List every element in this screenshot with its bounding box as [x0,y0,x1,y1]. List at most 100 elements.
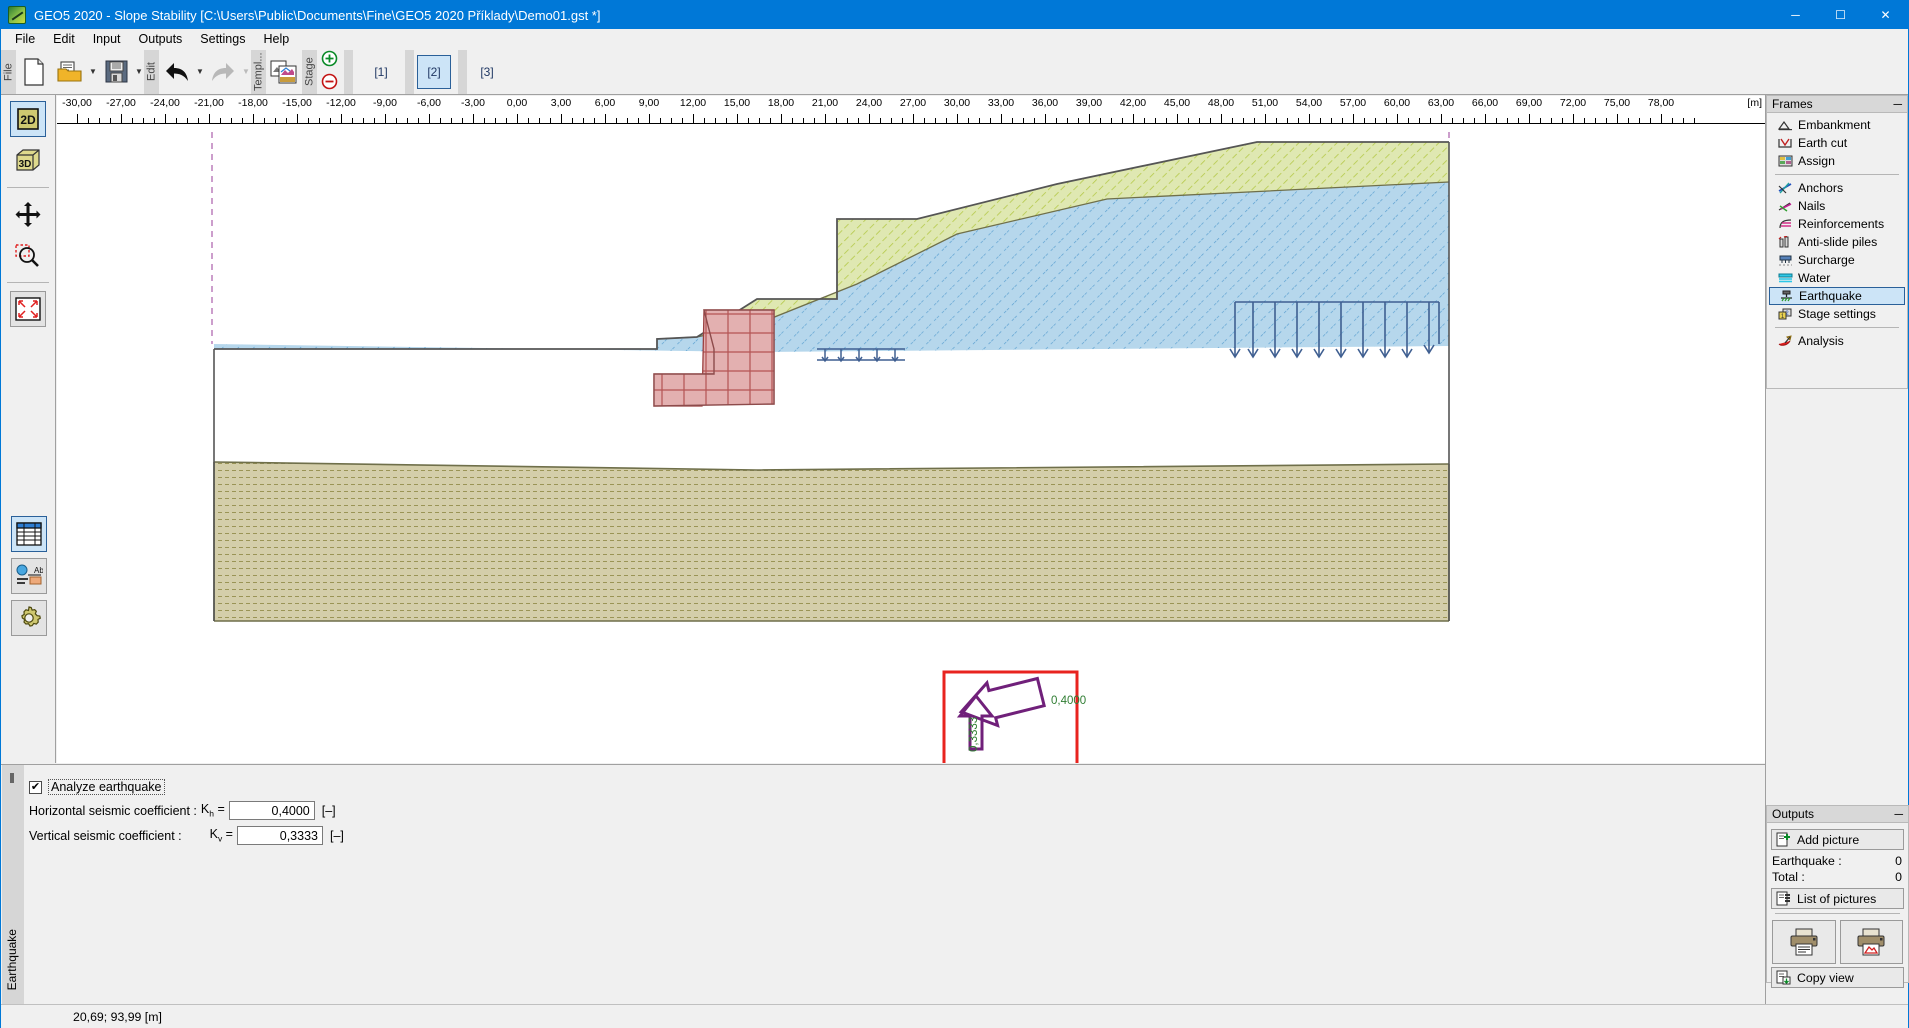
frames-panel-minimize-button[interactable]: ─ [1893,98,1902,110]
ruler-minor-tick [1199,118,1200,123]
save-file-button[interactable] [99,52,133,92]
stage-tab-3[interactable]: [3] [470,54,504,89]
ruler-minor-tick [1111,118,1112,123]
print-document-button[interactable] [1772,920,1836,964]
sidebar-item-earthquake[interactable]: Earthquake [1769,287,1905,305]
sidebar-label: Surcharge [1798,253,1855,267]
close-button[interactable]: ✕ [1863,1,1908,29]
menu-input[interactable]: Input [84,30,130,48]
save-file-dropdown-icon[interactable]: ▼ [134,52,144,92]
panel-grip[interactable] [10,773,14,783]
ruler-minor-tick [1386,118,1387,123]
print-document-icon [1790,928,1818,956]
analyze-earthquake-checkbox[interactable]: ✔ [29,780,42,794]
sidebar-item-water[interactable]: Water [1769,269,1905,287]
menu-edit[interactable]: Edit [44,30,84,48]
open-file-button[interactable] [53,52,87,92]
print-picture-button[interactable] [1839,920,1903,964]
undo-button[interactable] [160,52,194,92]
table-view-button[interactable] [10,516,47,552]
sidebar-item-assign[interactable]: Assign [1769,152,1905,170]
maximize-button[interactable]: ☐ [1818,1,1863,29]
sidebar-item-earth-cut[interactable]: Earth cut [1769,134,1905,152]
application-window: GEO5 2020 - Slope Stability [C:\Users\Pu… [0,0,1909,1028]
ruler-minor-tick [1595,118,1596,123]
ruler-minor-tick [1606,118,1607,123]
svg-text:3D: 3D [19,159,32,170]
ruler-minor-tick [803,118,804,123]
stage-tab-bar: [1] [2] [3] [364,49,508,95]
analyze-earthquake-label: Analyze earthquake [48,779,165,795]
tab-earthquake[interactable]: Earthquake [5,929,19,990]
ruler-minor-tick [1694,118,1695,123]
options-button[interactable] [10,600,47,636]
list-of-pictures-button[interactable]: List of pictures [1771,888,1904,909]
zoom-window-button[interactable] [10,238,46,274]
menu-outputs[interactable]: Outputs [130,30,192,48]
horizontal-coefficient-input[interactable] [228,801,315,820]
ruler-minor-tick [1562,118,1563,123]
add-picture-button[interactable]: Add picture [1771,829,1904,850]
redo-button[interactable] [206,52,240,92]
sidebar-item-analysis[interactable]: Analysis [1769,332,1905,350]
sidebar-item-stage-settings[interactable]: 21 Stage settings [1769,305,1905,323]
vertical-coefficient-input[interactable] [236,826,323,845]
ruler-minor-tick [1342,118,1343,123]
sidebar-item-anchors[interactable]: Anchors [1769,179,1905,197]
menu-settings[interactable]: Settings [191,30,254,48]
copy-view-button[interactable]: Copy view [1771,967,1904,988]
toolbar-group-file-label: File [1,49,16,94]
sidebar-label: Earth cut [1798,136,1848,150]
ruler-label: 66,00 [1471,97,1499,109]
frames-separator-2 [1775,327,1899,328]
outputs-panel-minimize-button[interactable]: ─ [1894,808,1903,820]
new-file-button[interactable] [17,52,51,92]
view-2d-button[interactable]: 2D [10,101,46,137]
minimize-button[interactable]: ─ [1773,1,1818,29]
menu-file[interactable]: File [6,30,44,48]
pan-tool-button[interactable] [10,196,46,232]
ruler-minor-tick [1298,118,1299,123]
menu-help[interactable]: Help [254,30,298,48]
ruler-minor-tick [968,118,969,123]
ruler-minor-tick [1276,118,1277,123]
undo-dropdown-icon[interactable]: ▼ [195,52,205,92]
copy-view-label: Copy view [1797,970,1854,985]
ruler-major-tick [429,114,430,123]
sidebar-item-surcharge[interactable]: Surcharge [1769,251,1905,269]
ruler-minor-tick [275,118,276,123]
sidebar-item-reinforcements[interactable]: Reinforcements [1769,215,1905,233]
ruler-minor-tick [1320,118,1321,123]
ruler-minor-tick [638,118,639,123]
view-3d-button[interactable]: 3D [10,143,46,179]
add-stage-button[interactable] [321,50,338,70]
drawing-settings-button[interactable]: Abc [10,558,47,594]
ruler-label: -18,00 [238,97,268,109]
ruler-minor-tick [1331,118,1332,123]
window-title: GEO5 2020 - Slope Stability [C:\Users\Pu… [34,7,601,23]
open-file-dropdown-icon[interactable]: ▼ [88,52,98,92]
copy-view-icon [1776,970,1792,986]
sidebar-item-embankment[interactable]: Embankment [1769,116,1905,134]
vertical-coefficient-row: Vertical seismic coefficient : Kv = [–] [29,826,344,845]
ruler-label: 48,00 [1207,97,1235,109]
toolbar-group-template-label: Templ... [251,49,266,94]
stage-tab-1[interactable]: [1] [364,54,398,89]
zoom-fit-button[interactable] [10,291,46,327]
main-toolbar: File ▼ ▼ Edit ▼ ▼ Templ... Stage [1] [2]… [1,49,1908,95]
sidebar-label: Embankment [1798,118,1871,132]
template-button[interactable] [267,52,301,92]
stage-tab-2[interactable]: [2] [417,54,451,89]
view-toolbar-separator-1 [7,187,49,188]
vertical-coefficient-label: Vertical seismic coefficient : [29,828,182,843]
outputs-panel-title: Outputs [1772,807,1815,821]
remove-stage-button[interactable] [321,73,338,93]
sidebar-item-anti-slide-piles[interactable]: Anti-slide piles [1769,233,1905,251]
frames-panel-title: Frames [1772,97,1813,111]
ruler-major-tick [825,114,826,123]
drawing-canvas[interactable]: 0,4000 0,3333 [57,124,1765,763]
ruler-major-tick [1661,114,1662,123]
sidebar-item-nails[interactable]: Nails [1769,197,1905,215]
ruler-minor-tick [1551,118,1552,123]
ruler-minor-tick [1144,118,1145,123]
